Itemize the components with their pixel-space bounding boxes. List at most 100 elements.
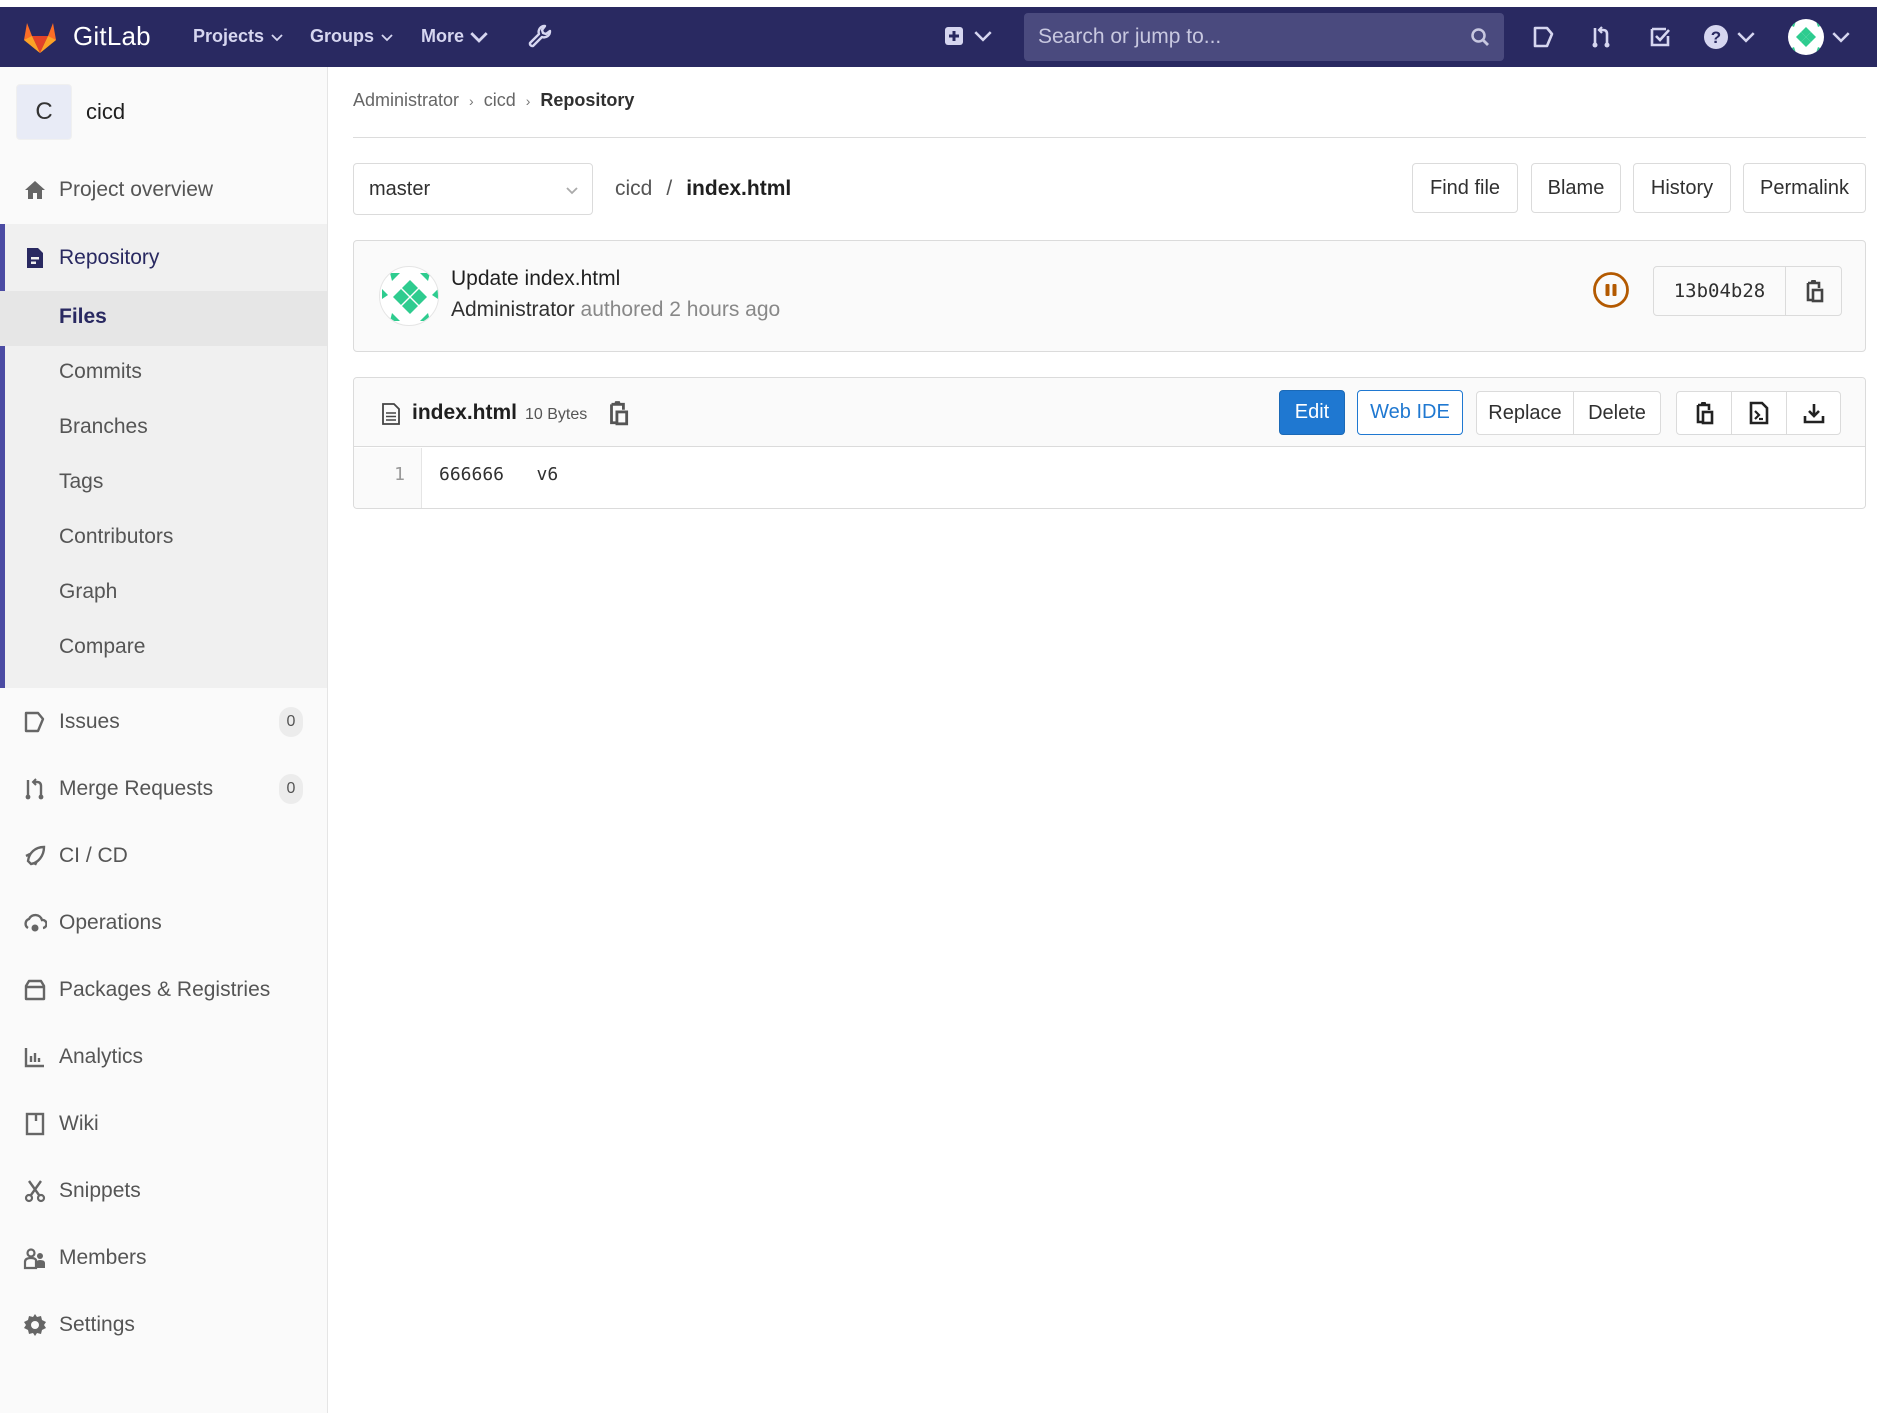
todo-icon[interactable] <box>1648 24 1674 50</box>
line-number[interactable]: 1 <box>394 464 405 485</box>
issues-icon <box>24 711 45 733</box>
sidebar-item-label: Packages & Registries <box>59 978 271 1001</box>
project-header[interactable]: C cicd <box>16 84 125 140</box>
sidebar: C cicd Project overview Repository Files… <box>0 67 328 1413</box>
file-code-icon <box>1749 401 1769 425</box>
sidebar-subitem-label: Files <box>59 305 107 328</box>
sidebar-item-operations[interactable]: Operations <box>0 901 327 945</box>
sidebar-item-project-overview[interactable]: Project overview <box>0 168 327 212</box>
sidebar-subitem-label: Commits <box>59 360 142 383</box>
commit-title-link[interactable]: Update index.html <box>451 267 620 291</box>
search-icon <box>1471 28 1489 46</box>
issues-count-badge: 0 <box>279 707 303 737</box>
path-root-link[interactable]: cicd <box>615 177 652 201</box>
commit-author-avatar[interactable] <box>379 266 439 326</box>
merge-requests-count-badge: 0 <box>279 774 303 804</box>
search-input[interactable] <box>1038 13 1438 61</box>
breadcrumb-project[interactable]: cicd <box>484 90 516 111</box>
sidebar-item-analytics[interactable]: Analytics <box>0 1035 327 1079</box>
sidebar-item-merge-requests[interactable]: Merge Requests 0 <box>0 767 327 811</box>
sidebar-item-label: Wiki <box>59 1112 99 1135</box>
wrench-icon[interactable] <box>526 23 552 49</box>
history-button[interactable]: History <box>1633 163 1731 213</box>
sidebar-item-label: Project overview <box>59 178 214 201</box>
replace-button[interactable]: Replace <box>1477 392 1573 434</box>
cloud-gear-icon <box>24 913 47 932</box>
chevron-down-icon <box>1737 32 1755 43</box>
commit-sha[interactable]: 13b04b28 <box>1654 267 1786 315</box>
breadcrumb: Administrator › cicd › Repository <box>353 90 634 111</box>
sidebar-subitem-commits[interactable]: Commits <box>0 346 327 401</box>
sidebar-item-wiki[interactable]: Wiki <box>0 1102 327 1146</box>
copy-sha-button[interactable] <box>1786 267 1841 315</box>
chevron-right-icon: › <box>469 92 474 109</box>
home-icon <box>25 181 45 199</box>
merge-request-icon <box>25 778 44 800</box>
pipeline-paused-icon[interactable] <box>1592 271 1630 309</box>
sidebar-subitem-graph[interactable]: Graph <box>0 566 327 621</box>
commit-author-link[interactable]: Administrator <box>451 298 575 321</box>
commit-meta: Administrator authored 2 hours ago <box>451 298 780 322</box>
users-icon <box>23 1248 45 1270</box>
brand-name[interactable]: GitLab <box>73 21 151 52</box>
commit-time: authored 2 hours ago <box>580 298 781 321</box>
chevron-down-icon <box>566 187 578 195</box>
gitlab-logo-icon[interactable] <box>22 20 58 54</box>
sidebar-subitem-contributors[interactable]: Contributors <box>0 511 327 566</box>
sidebar-item-issues[interactable]: Issues 0 <box>0 700 327 744</box>
copy-file-path-icon[interactable] <box>606 400 630 426</box>
sidebar-item-repository[interactable]: Repository <box>0 236 327 280</box>
new-dropdown-button[interactable] <box>944 26 992 46</box>
download-button[interactable] <box>1786 392 1840 434</box>
issues-icon[interactable] <box>1531 24 1557 50</box>
breadcrumb-current[interactable]: Repository <box>540 90 634 111</box>
delete-button[interactable]: Delete <box>1573 392 1660 434</box>
blame-button[interactable]: Blame <box>1531 163 1621 213</box>
web-ide-button[interactable]: Web IDE <box>1357 390 1463 435</box>
nav-more-label: More <box>421 26 465 46</box>
file-header: index.html 10 Bytes Edit Web IDE Replace… <box>354 378 1865 447</box>
plus-square-icon <box>945 27 963 45</box>
sidebar-subitem-branches[interactable]: Branches <box>0 401 327 456</box>
branch-name: master <box>369 178 431 200</box>
edit-button[interactable]: Edit <box>1279 390 1345 435</box>
chevron-right-icon: › <box>525 92 531 109</box>
sidebar-item-snippets[interactable]: Snippets <box>0 1169 327 1213</box>
sidebar-item-packages-registries[interactable]: Packages & Registries <box>0 968 327 1012</box>
sidebar-item-label: Operations <box>59 911 162 934</box>
branch-selector[interactable]: master <box>353 163 593 215</box>
search-box[interactable] <box>1024 13 1504 61</box>
chevron-down-icon <box>974 31 992 42</box>
path-file-name: index.html <box>686 177 792 200</box>
nav-projects[interactable]: Projects <box>193 26 284 47</box>
divider <box>353 137 1866 138</box>
find-file-button[interactable]: Find file <box>1412 163 1518 213</box>
sidebar-item-ci-cd[interactable]: CI / CD <box>0 834 327 878</box>
sidebar-item-members[interactable]: Members <box>0 1236 327 1280</box>
merge-request-icon[interactable] <box>1589 24 1615 50</box>
rocket-icon <box>25 845 46 866</box>
chart-icon <box>24 1048 44 1068</box>
clipboard-icon <box>1696 402 1714 425</box>
svg-text:?: ? <box>1711 28 1721 47</box>
breadcrumb-administrator[interactable]: Administrator <box>353 90 459 111</box>
package-icon <box>24 979 46 1001</box>
copy-contents-button[interactable] <box>1677 392 1731 434</box>
permalink-button[interactable]: Permalink <box>1743 163 1866 213</box>
user-menu[interactable] <box>1788 19 1850 55</box>
sidebar-item-label: Repository <box>59 246 160 269</box>
sidebar-subitem-tags[interactable]: Tags <box>0 456 327 511</box>
download-icon <box>1803 404 1824 424</box>
help-dropdown[interactable]: ? <box>1703 24 1755 50</box>
open-raw-button[interactable] <box>1731 392 1786 434</box>
nav-more[interactable]: More <box>421 26 488 47</box>
sidebar-item-settings[interactable]: Settings <box>0 1303 327 1347</box>
book-icon <box>25 1112 45 1136</box>
sidebar-subitem-label: Compare <box>59 635 146 658</box>
file-path: cicd / index.html <box>615 177 791 201</box>
sidebar-subitem-compare[interactable]: Compare <box>0 621 327 676</box>
nav-groups-label: Groups <box>310 26 375 46</box>
sidebar-subitem-files[interactable]: Files <box>0 291 327 346</box>
sidebar-item-label: Analytics <box>59 1045 144 1068</box>
nav-groups[interactable]: Groups <box>310 26 394 47</box>
